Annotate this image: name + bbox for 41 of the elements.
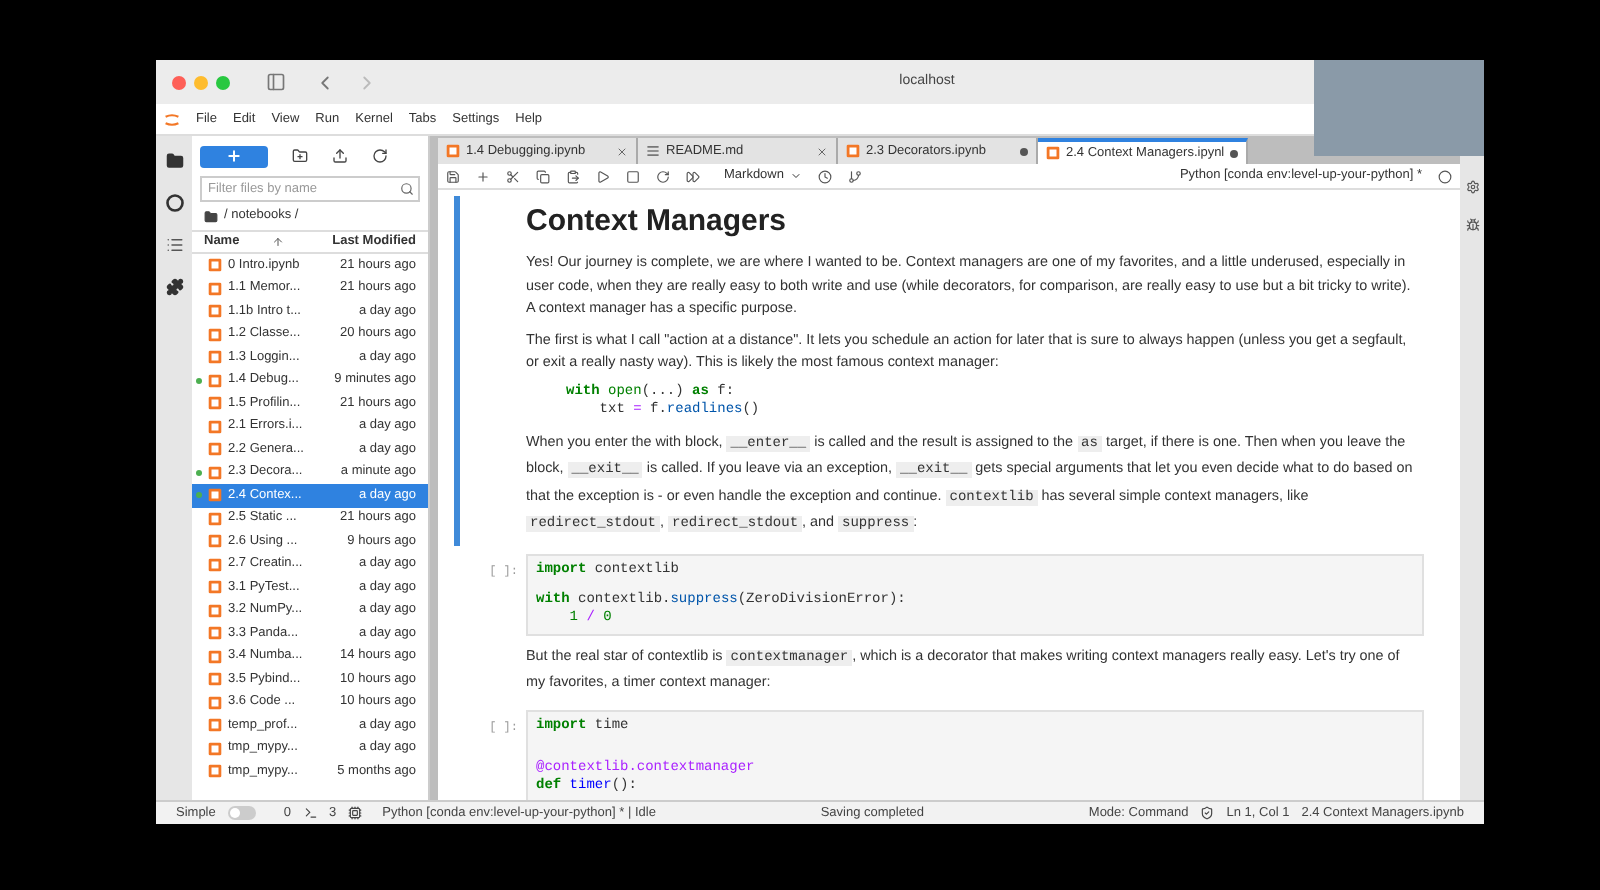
running-icon[interactable] xyxy=(165,194,183,212)
fast-forward-icon[interactable] xyxy=(686,169,700,183)
kernel-icon xyxy=(348,806,363,820)
caret-icon xyxy=(789,170,802,182)
paste-icon[interactable] xyxy=(566,169,580,183)
settings-icon[interactable] xyxy=(1465,180,1479,194)
copy-icon[interactable] xyxy=(536,169,550,183)
restart-icon[interactable] xyxy=(656,169,670,183)
search-icon xyxy=(400,182,414,196)
upload-icon[interactable] xyxy=(332,148,348,164)
folder-icon xyxy=(204,209,218,223)
text-lines-icon xyxy=(646,144,660,158)
notebook-icon xyxy=(846,144,860,158)
sidebar-icon[interactable] xyxy=(266,72,286,92)
bug-icon[interactable] xyxy=(1465,218,1479,232)
close-icon[interactable] xyxy=(816,145,828,157)
cut-icon[interactable] xyxy=(506,169,520,183)
list-icon[interactable] xyxy=(165,236,183,254)
git-icon[interactable] xyxy=(847,169,862,183)
notebook-icon xyxy=(1046,146,1060,160)
save-icon[interactable] xyxy=(446,169,460,183)
run-icon[interactable] xyxy=(596,169,610,183)
logo-icon xyxy=(164,111,180,127)
simple-toggle[interactable] xyxy=(227,806,256,820)
terminal-icon xyxy=(303,806,317,820)
heading: Context Managers xyxy=(526,204,789,238)
kernel-status-icon xyxy=(1438,169,1452,183)
plus-icon[interactable] xyxy=(476,169,490,183)
new-folder-icon[interactable] xyxy=(292,148,308,164)
folder-icon[interactable] xyxy=(165,152,183,170)
stop-icon[interactable] xyxy=(626,169,640,183)
plus-icon xyxy=(226,148,242,164)
notebook-icon xyxy=(446,144,460,158)
puzzle-icon[interactable] xyxy=(165,278,183,296)
close-window-icon[interactable] xyxy=(172,75,186,89)
shield-icon xyxy=(1200,806,1215,820)
clock-icon[interactable] xyxy=(817,169,832,183)
new-launcher-button[interactable] xyxy=(200,145,268,167)
close-icon[interactable] xyxy=(616,145,628,157)
sort-icon xyxy=(271,236,284,248)
refresh-icon[interactable] xyxy=(372,148,388,164)
